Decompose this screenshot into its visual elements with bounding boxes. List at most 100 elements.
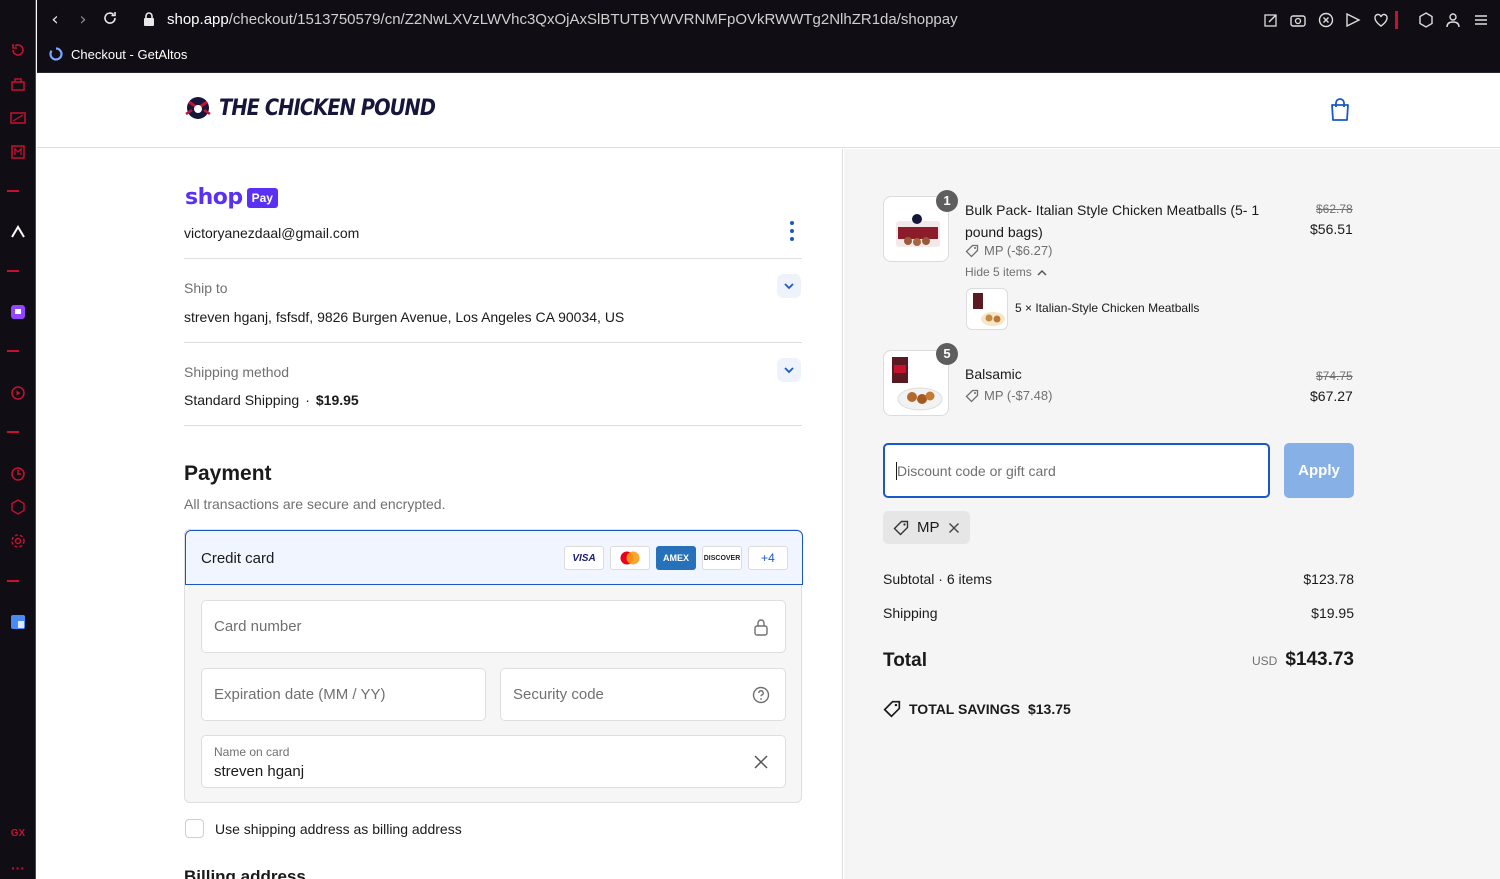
- sidebar-divider: [7, 270, 19, 272]
- shipping-value: $19.95: [1311, 605, 1354, 621]
- billing-checkbox[interactable]: [185, 819, 204, 838]
- gx-label: GX: [10, 827, 26, 839]
- address-bar[interactable]: shop.app/checkout/1513750579/cn/Z2NwLXVz…: [167, 11, 958, 28]
- quantity-badge: 5: [936, 343, 958, 365]
- extensions-icon[interactable]: [1416, 10, 1436, 30]
- heart-icon[interactable]: [1371, 10, 1391, 30]
- billing-address-title: Billing address: [184, 867, 306, 879]
- payment-subtitle: All transactions are secure and encrypte…: [184, 496, 446, 512]
- store-logo[interactable]: THE CHICKEN POUND: [183, 94, 465, 122]
- cube-icon[interactable]: [6, 497, 30, 517]
- tab-title: Checkout - GetAltos: [71, 46, 188, 62]
- subtotal-label: Subtotal · 6 items: [883, 571, 992, 587]
- shipping-label: Shipping: [883, 605, 938, 621]
- reload-icon[interactable]: [100, 10, 120, 30]
- forward-icon[interactable]: ›: [73, 10, 93, 30]
- account-email: victoryanezdaal@gmail.com: [184, 225, 360, 241]
- payment-box: Credit card VISA AMEX DISCOVER +4 Card n…: [184, 529, 803, 803]
- expiry-field[interactable]: Expiration date (MM / YY): [201, 668, 486, 721]
- item-price: $67.27: [1310, 388, 1353, 404]
- tag-icon: [893, 520, 909, 535]
- pay-badge: Pay: [246, 187, 278, 208]
- settings-icon[interactable]: [6, 531, 30, 551]
- sidebar-divider: [7, 431, 19, 433]
- mail-icon[interactable]: [6, 142, 30, 162]
- visa-icon: VISA: [564, 546, 604, 570]
- discount-code-input[interactable]: Discount code or gift card: [883, 443, 1270, 498]
- send-icon[interactable]: [1343, 10, 1363, 30]
- camera-icon[interactable]: [1288, 10, 1308, 30]
- ship-to-label: Ship to: [184, 280, 228, 296]
- store-header: THE CHICKEN POUND: [37, 74, 1500, 148]
- sub-item-name: 5 × Italian-Style Chicken Meatballs: [1015, 301, 1200, 315]
- billing-checkbox-label[interactable]: Use shipping address as billing address: [215, 821, 462, 837]
- credit-card-label: Credit card: [201, 550, 275, 567]
- tag-icon: [965, 244, 979, 257]
- sidebar-divider: [7, 190, 19, 192]
- item-name: Bulk Pack- Italian Style Chicken Meatbal…: [965, 202, 1260, 240]
- total-savings-label: TOTAL SAVINGS: [909, 701, 1020, 717]
- apply-button[interactable]: Apply: [1284, 443, 1354, 498]
- hide-items-label: Hide 5 items: [965, 265, 1032, 279]
- menu-icon[interactable]: [1471, 10, 1491, 30]
- sidebar-divider: [7, 350, 19, 352]
- translate-icon[interactable]: [6, 612, 30, 632]
- applied-discount-code: MP: [917, 519, 940, 536]
- item-original-price: $74.75: [1316, 369, 1353, 383]
- credit-card-option[interactable]: Credit card VISA AMEX DISCOVER +4: [185, 530, 803, 585]
- shipping-method-price: $19.95: [315, 392, 359, 408]
- more-icon[interactable]: ···: [6, 858, 30, 878]
- cart-bag-icon[interactable]: [1329, 98, 1351, 127]
- name-on-card-field[interactable]: Name on card streven hganj: [201, 735, 786, 788]
- chevron-down-icon: [784, 367, 794, 374]
- twitch-icon[interactable]: [6, 302, 30, 322]
- browser-sidebar: GX ···: [0, 0, 36, 879]
- discover-icon: DISCOVER: [702, 546, 742, 570]
- total-amount: USD $143.73: [1224, 649, 1354, 671]
- refresh-history-icon[interactable]: [6, 40, 30, 60]
- edit-icon[interactable]: [1261, 10, 1281, 30]
- remove-discount-icon[interactable]: [948, 522, 960, 534]
- toolbar-divider: [1393, 10, 1399, 30]
- tag-icon: [965, 389, 979, 402]
- lock-icon[interactable]: [139, 11, 159, 31]
- card-number-field[interactable]: Card number: [201, 600, 786, 653]
- back-icon[interactable]: ‹: [45, 10, 65, 30]
- meatball-bag-image: [973, 293, 1005, 326]
- security-code-field[interactable]: Security code: [500, 668, 786, 721]
- url-host: shop.app: [167, 11, 229, 28]
- video-icon[interactable]: [6, 108, 30, 128]
- clock-icon[interactable]: [6, 464, 30, 484]
- app-icon[interactable]: [6, 222, 30, 242]
- shipping-method-expand-button[interactable]: [777, 358, 801, 382]
- item-discount: MP (-$6.27): [965, 243, 1052, 258]
- url-path: /checkout/1513750579/cn/Z2NwLXVzLWVhc3Qx…: [228, 11, 958, 28]
- name-on-card-label: Name on card: [214, 745, 290, 759]
- block-icon[interactable]: [1316, 10, 1336, 30]
- ship-to-expand-button[interactable]: [777, 274, 801, 298]
- player-icon[interactable]: [6, 383, 30, 403]
- hide-items-toggle[interactable]: Hide 5 items: [965, 265, 1047, 279]
- subtotal-value: $123.78: [1303, 571, 1354, 587]
- tab-checkout[interactable]: Checkout - GetAltos: [49, 44, 187, 64]
- chevron-up-icon: [1037, 269, 1047, 276]
- shipping-method-label: Shipping method: [184, 364, 290, 380]
- item-discount: MP (-$7.48): [965, 388, 1052, 403]
- name-on-card-value: streven hganj: [214, 763, 305, 780]
- amex-icon: AMEX: [656, 546, 696, 570]
- mastercard-icon: [610, 546, 650, 570]
- section-divider: [184, 342, 802, 343]
- help-icon[interactable]: [752, 686, 770, 704]
- card-number-placeholder: Card number: [214, 618, 302, 635]
- more-options-icon[interactable]: [788, 221, 796, 241]
- clear-icon[interactable]: [753, 754, 769, 770]
- shopping-icon[interactable]: [6, 74, 30, 94]
- applied-discount-chip: MP: [883, 511, 970, 544]
- more-cards-badge: +4: [748, 546, 788, 570]
- item-name: Balsamic: [965, 366, 1022, 382]
- item-original-price: $62.78: [1316, 202, 1353, 216]
- sidebar-divider: [7, 580, 19, 582]
- store-name: THE CHICKEN POUND: [219, 95, 436, 121]
- shipping-method-separator: ·: [305, 392, 310, 408]
- profile-icon[interactable]: [1443, 10, 1463, 30]
